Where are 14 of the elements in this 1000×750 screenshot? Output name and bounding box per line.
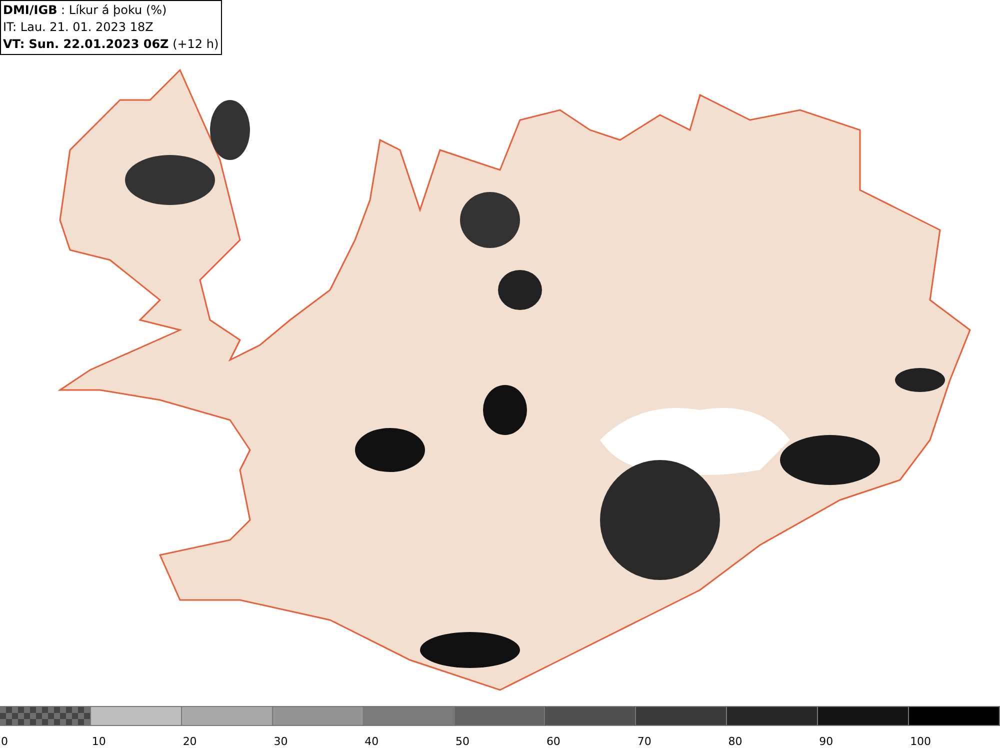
legend-label: 80 xyxy=(727,735,742,748)
info-text: IT: Lau. 21. 01. 2023 18Z xyxy=(3,19,154,36)
legend-label: 10 xyxy=(90,735,106,748)
info-text: DMI/IGB : Líkur á þoku (%) xyxy=(3,2,168,19)
legend-label: 40 xyxy=(364,735,379,748)
legend-label: 0 xyxy=(0,735,8,748)
legend-label: 50 xyxy=(454,735,470,748)
legend-label: 30 xyxy=(272,735,288,748)
legend-label: 20 xyxy=(182,735,197,748)
legend-label: 60 xyxy=(545,735,560,748)
info-text: VT: Sun. 22.01.2023 06Z (+12 h) xyxy=(3,36,219,53)
legend-label: 100 xyxy=(909,735,932,748)
legend-label: 70 xyxy=(636,735,652,748)
legend-label: 90 xyxy=(818,735,834,748)
